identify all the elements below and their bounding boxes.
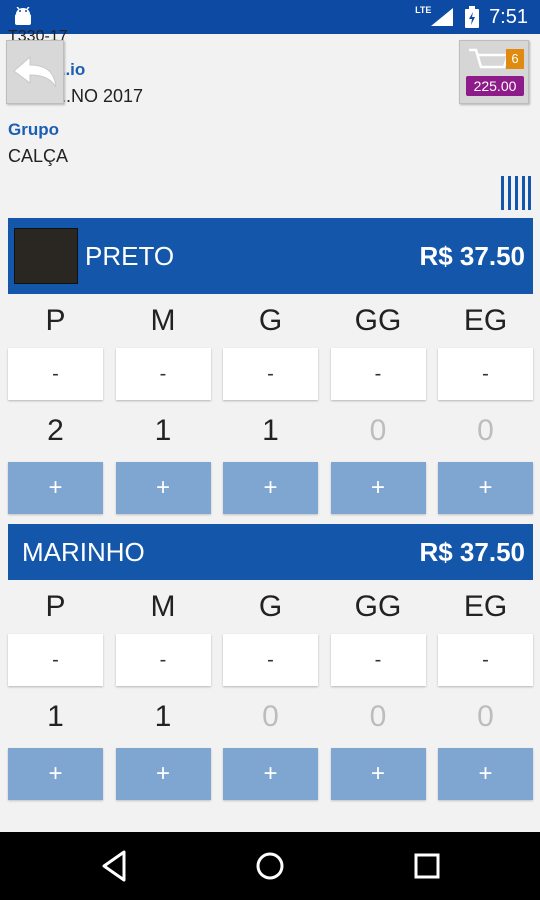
group-label: Grupo xyxy=(8,120,59,139)
size-label: P xyxy=(45,590,66,623)
signal-icon: LTE xyxy=(415,5,455,27)
decrement-button[interactable]: - xyxy=(115,348,211,400)
back-button[interactable] xyxy=(6,40,64,104)
quantity-value: 1 xyxy=(47,700,64,733)
quantity-value: 0 xyxy=(477,414,494,447)
barcode-icon[interactable] xyxy=(501,176,531,210)
quantity-value: 1 xyxy=(262,414,279,447)
size-label: GG xyxy=(354,304,402,337)
size-column: G - 0 + xyxy=(223,580,318,800)
decrement-button[interactable]: - xyxy=(330,634,426,686)
nav-home-icon[interactable] xyxy=(250,846,290,886)
quantity-value: 1 xyxy=(154,414,172,447)
cart-icon xyxy=(469,48,510,69)
clock: 7:51 xyxy=(489,5,528,28)
size-column: M - 1 + xyxy=(115,580,211,800)
color-price: R$ 37.50 xyxy=(419,536,525,567)
cart-total-badge: 225.00 xyxy=(466,76,524,96)
battery-icon xyxy=(465,6,480,28)
android-notification-icon xyxy=(15,7,31,25)
size-column: GG - 0 + xyxy=(330,294,426,514)
size-column: M - 1 + xyxy=(115,294,211,514)
field-value: ...NO 2017 xyxy=(56,86,144,106)
color-section-marinho: MARINHO R$ 37.50 P - 1 + M - 1 + G - 0 +… xyxy=(8,524,533,800)
decrement-button[interactable]: - xyxy=(330,348,426,400)
size-label: M xyxy=(150,304,176,337)
back-arrow-icon xyxy=(13,55,57,88)
quantity-value: 2 xyxy=(47,414,64,447)
decrement-button[interactable]: - xyxy=(115,634,211,686)
product-info: T330-17 ...io ...NO 2017 Grupo CALÇA 6 2… xyxy=(0,28,540,216)
increment-button[interactable]: + xyxy=(223,462,318,514)
size-grid: P - 2 + M - 1 + G - 1 + GG - 0 + EG - 0 … xyxy=(8,294,533,514)
color-swatch-image xyxy=(14,228,78,284)
decrement-button[interactable]: - xyxy=(8,634,103,686)
decrement-button[interactable]: - xyxy=(223,634,318,686)
decrement-button[interactable]: - xyxy=(438,634,533,686)
system-nav-bar xyxy=(0,832,540,900)
increment-button[interactable]: + xyxy=(115,748,211,800)
decrement-button[interactable]: - xyxy=(8,348,103,400)
size-label: GG xyxy=(354,590,402,623)
nav-recents-icon[interactable] xyxy=(407,846,447,886)
quantity-value: 0 xyxy=(369,700,387,733)
cart-count-badge: 6 xyxy=(506,49,524,69)
color-header: MARINHO R$ 37.50 xyxy=(8,524,533,580)
size-column: GG - 0 + xyxy=(330,580,426,800)
increment-button[interactable]: + xyxy=(330,462,426,514)
size-label: G xyxy=(258,590,283,623)
size-column: P - 2 + xyxy=(8,294,103,514)
quantity-value: 0 xyxy=(369,414,387,447)
cart-button[interactable]: 6 225.00 xyxy=(459,40,529,104)
increment-button[interactable]: + xyxy=(223,748,318,800)
increment-button[interactable]: + xyxy=(115,462,211,514)
size-label: EG xyxy=(463,304,508,337)
decrement-button[interactable]: - xyxy=(223,348,318,400)
color-name: MARINHO xyxy=(22,536,145,567)
size-column: EG - 0 + xyxy=(438,294,533,514)
color-name: PRETO xyxy=(85,240,175,271)
size-label: M xyxy=(150,590,176,623)
size-column: P - 1 + xyxy=(8,580,103,800)
size-label: G xyxy=(258,304,283,337)
size-column: G - 1 + xyxy=(223,294,318,514)
group-value: CALÇA xyxy=(8,146,69,166)
increment-button[interactable]: + xyxy=(330,748,426,800)
size-label: P xyxy=(45,304,66,337)
decrement-button[interactable]: - xyxy=(438,348,533,400)
color-section-preto: PRETO R$ 37.50 P - 2 + M - 1 + G - 1 + G… xyxy=(8,218,533,514)
size-column: EG - 0 + xyxy=(438,580,533,800)
status-bar: LTE 7:51 xyxy=(0,0,540,34)
increment-button[interactable]: + xyxy=(438,462,533,514)
quantity-value: 0 xyxy=(262,700,279,733)
increment-button[interactable]: + xyxy=(8,748,103,800)
nav-back-icon[interactable] xyxy=(94,846,134,886)
size-label: EG xyxy=(463,590,508,623)
quantity-value: 0 xyxy=(477,700,494,733)
network-type-label: LTE xyxy=(415,5,432,15)
quantity-value: 1 xyxy=(154,700,172,733)
color-price: R$ 37.50 xyxy=(419,240,525,271)
increment-button[interactable]: + xyxy=(8,462,103,514)
size-grid: P - 1 + M - 1 + G - 0 + GG - 0 + EG - 0 … xyxy=(8,580,533,800)
color-header: PRETO R$ 37.50 xyxy=(8,218,533,294)
increment-button[interactable]: + xyxy=(438,748,533,800)
